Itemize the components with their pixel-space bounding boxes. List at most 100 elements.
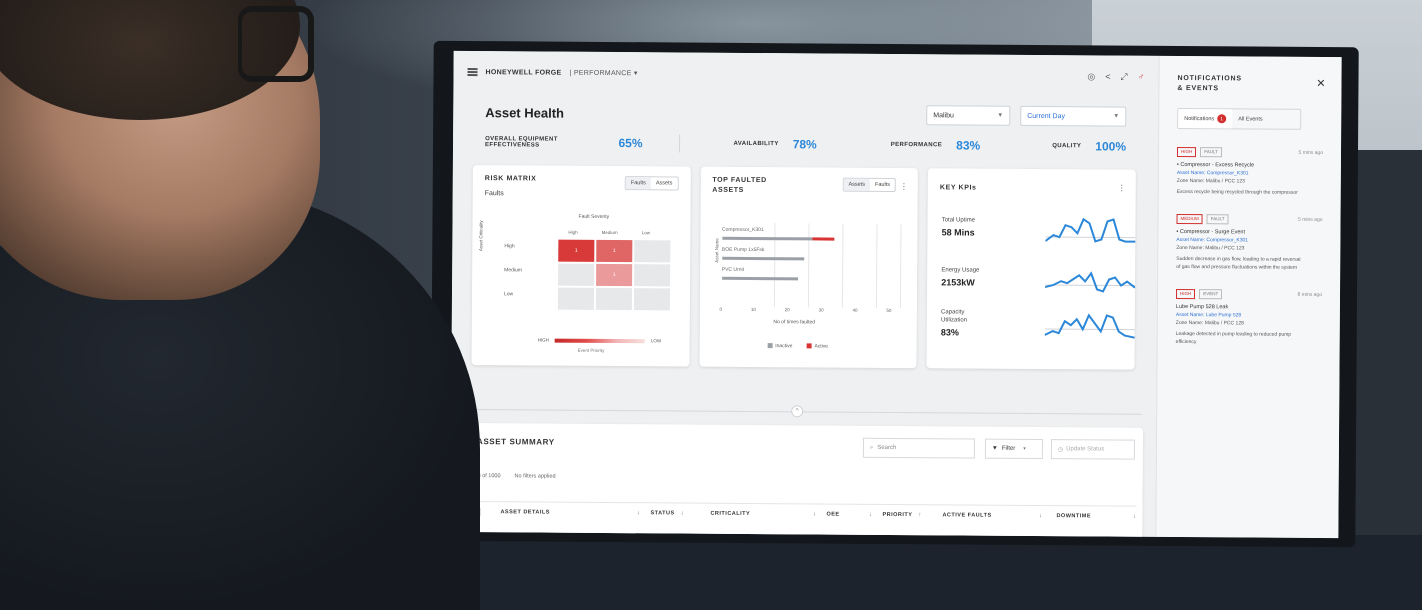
fault-bar[interactable] (721, 236, 834, 241)
widget-cards: RISK MATRIX Faults Assets Faults Fault S… (451, 159, 1157, 370)
scale-high-label: HIGH (537, 337, 549, 343)
matrix-cell[interactable] (634, 240, 671, 263)
notification-item[interactable]: MEDIUM FAULT 5 mins ago • Compressor - S… (1176, 213, 1323, 272)
count-badge: 1 (1217, 114, 1227, 124)
notification-tabs: Notifications 1 All Events (1177, 107, 1302, 130)
tab-notifications[interactable]: Notifications 1 (1178, 108, 1233, 129)
product-name[interactable]: | PERFORMANCE ▾ (569, 69, 637, 77)
matrix-cell[interactable] (634, 264, 671, 287)
type-tag: EVENT (1199, 289, 1223, 300)
collapse-button[interactable]: ^ (791, 405, 804, 418)
hamburger-menu-icon[interactable] (467, 68, 478, 77)
dashboard: HONEYWELL FORGE | PERFORMANCE ▾ ◎ < ⤢ ♂ … (450, 50, 1159, 539)
matrix-cell[interactable] (595, 287, 633, 311)
close-icon[interactable]: ✕ (1316, 77, 1325, 90)
column-asset-details[interactable]: ASSET DETAILS ↓ (500, 509, 650, 516)
priority-gradient (554, 338, 645, 343)
risk-matrix-toggle: Faults Assets (624, 176, 679, 191)
card-subtitle: Faults (484, 190, 504, 198)
header-actions: ◎ < ⤢ ♂ (1087, 71, 1144, 82)
key-kpis-card: KEY KPIs ⋮ Total Uptime 58 Mins Energy U… (926, 168, 1136, 370)
help-icon[interactable]: ◎ (1087, 71, 1095, 82)
priority-tag: HIGH (1176, 146, 1197, 158)
sort-down-icon: ↓ (1038, 512, 1043, 519)
search-input[interactable]: ⌕ Search (862, 437, 975, 459)
panel-title-line: & EVENTS (1177, 84, 1219, 93)
notification-header: HIGH FAULT 5 mins ago (1176, 146, 1323, 158)
notification-item[interactable]: HIGH FAULT 5 mins ago • Compressor - Exc… (1176, 146, 1323, 197)
subject-text: Lube Pump 528 Leak (1175, 303, 1229, 311)
fault-bar[interactable] (721, 276, 798, 281)
notification-description: Excess recycle being recycled through th… (1176, 188, 1298, 196)
type-tag: FAULT (1200, 147, 1222, 158)
asset-summary-card: ASSET SUMMARY ⌕ Search ▼ Filter ▾ ◷ Upda… (462, 422, 1144, 539)
timestamp: 8 mins ago (1297, 291, 1323, 298)
legend-label: Inactive (775, 343, 793, 350)
share-icon[interactable]: < (1105, 71, 1110, 82)
column-active-faults[interactable]: ACTIVE FAULTS ↓ (942, 512, 1056, 519)
chevron-down-icon: ▼ (997, 112, 1004, 119)
notification-header: MEDIUM FAULT 5 mins ago (1176, 213, 1323, 225)
column-priority[interactable]: PRIORITY ↑ (882, 511, 942, 517)
matrix-cell[interactable] (633, 288, 671, 311)
expand-icon[interactable]: ⤢ (1121, 71, 1128, 82)
clock-icon: ◷ (1057, 446, 1064, 453)
search-placeholder: Search (877, 444, 897, 452)
toggle-assets[interactable]: Assets (651, 177, 678, 189)
criticality-rows: High Medium Low (504, 243, 522, 297)
zone-info: Zone Name: Malibu / PCC 128 (1175, 319, 1244, 327)
kpi-value: 2153kW (941, 277, 975, 288)
toggle-faults[interactable]: Faults (870, 179, 895, 191)
metric-value: 65% (618, 136, 643, 151)
matrix-cell[interactable] (557, 287, 595, 310)
tab-label: Notifications (1184, 115, 1215, 122)
tab-all-events[interactable]: All Events (1232, 109, 1269, 128)
period-select[interactable]: Current Day ▼ (1020, 105, 1127, 127)
matrix-cell[interactable]: 1 (596, 263, 633, 287)
eyeglasses (238, 6, 314, 82)
sort-down-icon: ↓ (680, 510, 685, 517)
notification-item[interactable]: HIGH EVENT 8 mins ago Lube Pump 528 Leak… (1175, 288, 1323, 347)
severity-label: Fault Severity (578, 213, 610, 220)
sort-down-icon: ↓ (812, 510, 817, 517)
priority-tag: MEDIUM (1176, 213, 1203, 225)
divider-line (465, 408, 1143, 415)
energy-sparkline (1045, 271, 1136, 293)
toggle-faults[interactable]: Faults (625, 177, 651, 190)
collapse-divider: ^ (451, 403, 1156, 420)
notification-header: HIGH EVENT 8 mins ago (1175, 288, 1323, 300)
gridline (807, 223, 810, 308)
subject-text: Compressor - Surge Event (1179, 228, 1246, 236)
fault-bar[interactable] (721, 256, 804, 261)
metric-label: PERFORMANCE (890, 141, 943, 149)
update-status-button[interactable]: ◷ Update Status (1050, 439, 1135, 460)
kpi-capacity-utilization: Capacity Utilization 83% (941, 308, 967, 337)
filter-button[interactable]: ▼ Filter ▾ (984, 438, 1043, 460)
column-oee[interactable]: OEE ↓ (826, 511, 882, 517)
asset-label: Compressor_K301 (722, 226, 764, 234)
column-downtime[interactable]: DOWNTIME ↓ (1056, 513, 1136, 520)
matrix-cell[interactable]: 1 (596, 239, 633, 263)
alert-icon[interactable]: ♂ (1138, 71, 1145, 82)
active-fault-bar (811, 237, 834, 241)
more-options-icon[interactable]: ⋮ (900, 182, 908, 191)
row-label: Low (503, 291, 514, 298)
matrix-cell[interactable] (558, 263, 595, 286)
gridline (899, 224, 902, 309)
panel-title: NOTIFICATIONS & EVENTS (1177, 74, 1277, 95)
legend-swatch (806, 343, 812, 349)
column-label: DOWNTIME (1056, 512, 1092, 519)
kpi-energy-usage: Energy Usage 2153kW (941, 266, 979, 287)
column-label: High (568, 229, 578, 235)
column-label: ACTIVE FAULTS (942, 511, 992, 519)
toggle-assets[interactable]: Assets (843, 178, 871, 191)
more-options-icon[interactable]: ⋮ (1118, 184, 1126, 193)
priority-tag: HIGH (1175, 288, 1196, 300)
matrix-cell[interactable]: 1 (558, 239, 595, 262)
site-select[interactable]: Malibu ▼ (926, 105, 1011, 126)
row-label: High (504, 243, 515, 250)
capacity-sparkline (1044, 313, 1136, 339)
column-status[interactable]: STATUS ↓ (650, 510, 710, 516)
column-label: STATUS (650, 509, 675, 516)
column-criticality[interactable]: CRITICALITY ↓ (710, 510, 826, 517)
